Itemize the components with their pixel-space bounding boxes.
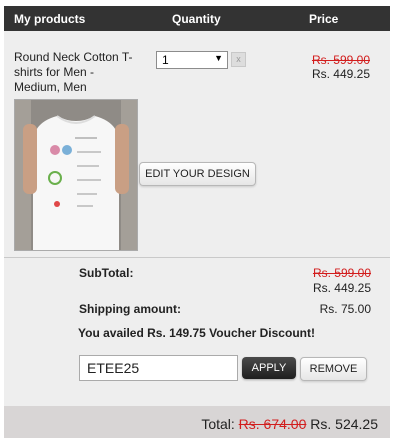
total-line: Total: Rs. 674.00 Rs. 524.25 — [201, 416, 378, 432]
quantity-select[interactable]: 1 ▼ — [156, 51, 228, 69]
tshirt-image-icon — [15, 100, 137, 250]
coupon-code: ETEE25 — [87, 360, 140, 376]
apply-button[interactable]: APPLY — [242, 357, 296, 379]
total-old: Rs. 674.00 — [238, 416, 307, 432]
divider — [4, 257, 390, 258]
remove-coupon-button[interactable]: REMOVE — [300, 357, 367, 381]
total-new: Rs. 524.25 — [310, 416, 378, 432]
remove-item-button[interactable]: x — [231, 52, 246, 67]
header-quantity: Quantity — [172, 12, 221, 26]
total-label: Total: — [201, 416, 235, 432]
voucher-message: You availed Rs. 149.75 Voucher Discount! — [78, 326, 315, 340]
cart-header: My products Quantity Price — [4, 6, 390, 31]
product-new-price: Rs. 449.25 — [311, 67, 370, 81]
quantity-value: 1 — [162, 53, 169, 67]
subtotal-new: Rs. 449.25 — [312, 281, 371, 295]
chevron-down-icon: ▼ — [214, 53, 223, 63]
header-price: Price — [309, 12, 339, 26]
shipping-label: Shipping amount: — [79, 302, 181, 316]
shipping-value: Rs. 75.00 — [319, 302, 371, 316]
edit-design-button[interactable]: EDIT YOUR DESIGN — [139, 162, 256, 186]
product-name[interactable]: Round Neck Cotton T-shirts for Men - Med… — [14, 50, 138, 95]
product-image[interactable] — [14, 99, 138, 251]
coupon-input[interactable]: ETEE25 — [79, 355, 238, 381]
product-old-price: Rs. 599.00 — [311, 53, 370, 67]
header-products: My products — [14, 12, 86, 26]
subtotal-old: Rs. 599.00 — [312, 266, 371, 280]
subtotal-label: SubTotal: — [79, 266, 134, 280]
